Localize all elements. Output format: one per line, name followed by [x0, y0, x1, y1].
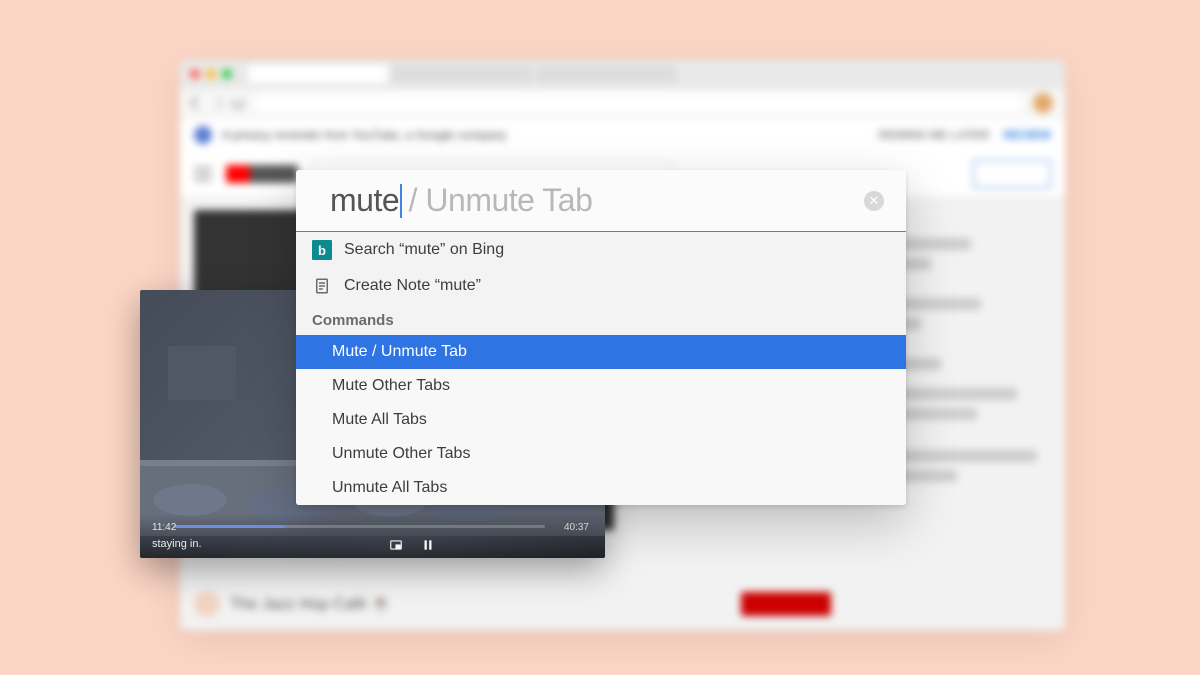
sign-in-button — [973, 160, 1051, 188]
browser-tab — [248, 65, 388, 83]
palette-item-label: Create Note “mute” — [344, 277, 481, 295]
banner-later: REMIND ME LATER — [879, 128, 990, 142]
banner-review: REVIEW — [1004, 128, 1051, 142]
site-logo — [226, 165, 298, 183]
profile-avatar — [1033, 93, 1053, 113]
note-icon — [312, 276, 332, 296]
url-bar — [180, 88, 1065, 118]
shield-icon — [194, 126, 212, 144]
reload-icon — [232, 97, 244, 109]
pip-controls: 11:42 40:37 staying in. — [140, 514, 605, 558]
banner-text: A privacy reminder from YouTube, a Googl… — [222, 128, 506, 142]
time-total: 40:37 — [564, 522, 589, 533]
palette-command[interactable]: Mute / Unmute Tab — [296, 335, 906, 369]
window-minimize-icon — [206, 69, 216, 79]
window-zoom-icon — [222, 69, 232, 79]
palette-command[interactable]: Mute Other Tabs — [296, 369, 906, 403]
palette-item-label: Search “mute” on Bing — [344, 241, 504, 259]
bing-icon: b — [312, 240, 332, 260]
palette-close-button[interactable]: ✕ — [864, 191, 884, 211]
browser-tab — [536, 65, 676, 83]
back-icon — [190, 96, 204, 110]
palette-create-note[interactable]: Create Note “mute” — [296, 268, 906, 304]
pip-title: staying in. — [152, 538, 202, 550]
palette-input-row[interactable]: mute / Unmute Tab ✕ — [296, 170, 906, 232]
command-palette: mute / Unmute Tab ✕ b Search “mute” on B… — [296, 170, 906, 505]
forward-icon — [210, 96, 224, 110]
text-caret — [400, 184, 402, 218]
channel-avatar — [194, 591, 220, 617]
address-input — [254, 93, 1023, 113]
palette-search-web[interactable]: b Search “mute” on Bing — [296, 232, 906, 268]
channel-bar: The Jazz Hop Café ☕ — [194, 586, 1051, 622]
browser-tab — [392, 65, 532, 83]
subscribe-button — [741, 592, 831, 616]
palette-section-title: Commands — [296, 304, 906, 335]
palette-hint-text: / Unmute Tab — [409, 182, 593, 219]
palette-command[interactable]: Mute All Tabs — [296, 403, 906, 437]
title-bar — [180, 60, 1065, 88]
pip-popout-icon[interactable] — [389, 538, 403, 552]
channel-name: The Jazz Hop Café ☕ — [230, 594, 391, 614]
palette-command-list: Mute / Unmute TabMute Other TabsMute All… — [296, 335, 906, 505]
pause-icon[interactable] — [421, 538, 435, 552]
window-close-icon — [190, 69, 200, 79]
palette-command[interactable]: Unmute All Tabs — [296, 471, 906, 505]
palette-typed-text: mute — [330, 182, 399, 219]
menu-icon — [194, 167, 212, 181]
progress-bar[interactable] — [174, 525, 545, 528]
time-elapsed: 11:42 — [152, 522, 176, 533]
tab-strip — [248, 65, 676, 83]
palette-command[interactable]: Unmute Other Tabs — [296, 437, 906, 471]
close-icon: ✕ — [869, 193, 880, 209]
privacy-banner: A privacy reminder from YouTube, a Googl… — [180, 118, 1065, 152]
